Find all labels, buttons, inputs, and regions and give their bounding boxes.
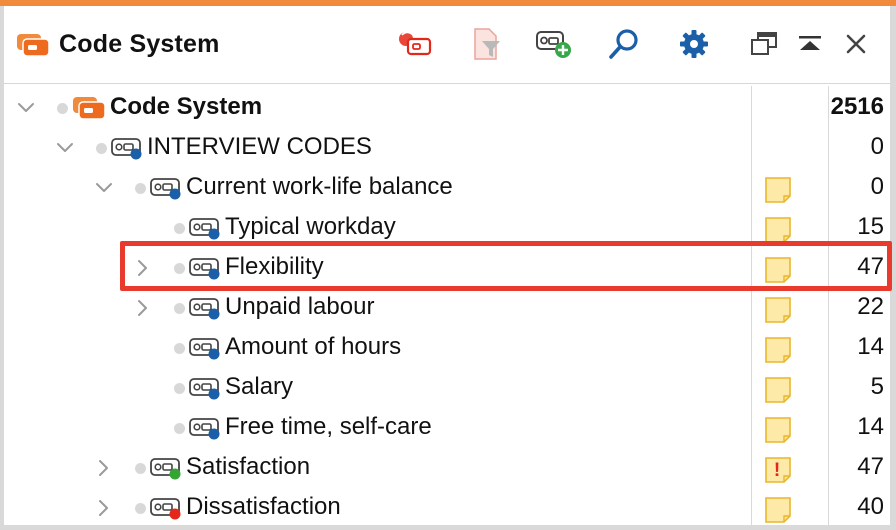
- code-label: Flexibility: [225, 253, 324, 280]
- memo-icon[interactable]: [764, 176, 792, 204]
- tree-row[interactable]: Amount of hours 14: [4, 328, 890, 368]
- code-tag-icon: [150, 496, 184, 520]
- tree-row[interactable]: Current work-life balance 0: [4, 168, 890, 208]
- code-label: Salary: [225, 373, 294, 400]
- coded-segments-count: 15: [857, 213, 884, 240]
- code-system-icon: [72, 96, 106, 120]
- code-label: Current work-life balance: [186, 173, 453, 200]
- activation-dot[interactable]: [174, 383, 185, 394]
- coded-segments-count: 14: [857, 333, 884, 360]
- tree-row[interactable]: Typical workday 15: [4, 208, 890, 248]
- tree-row[interactable]: INTERVIEW CODES 0: [4, 128, 890, 168]
- coded-segments-count: 0: [870, 173, 884, 200]
- tree-row[interactable]: Dissatisfaction 40: [4, 488, 890, 528]
- coded-segments-count: 5: [870, 373, 884, 400]
- coded-segments-count: 47: [857, 453, 884, 480]
- tree-row[interactable]: Salary 5: [4, 368, 890, 408]
- code-system-logo-icon: [16, 33, 50, 62]
- tree-row[interactable]: Free time, self-care 14: [4, 408, 890, 448]
- collapse-panel-icon: [799, 36, 821, 50]
- code-tag-icon: [150, 176, 184, 200]
- collapse-panel-button[interactable]: [790, 24, 830, 64]
- activation-dot[interactable]: [174, 343, 185, 354]
- code-tag-icon: [189, 256, 223, 280]
- code-label: Typical workday: [225, 213, 396, 240]
- code-label: Dissatisfaction: [186, 493, 341, 520]
- coded-segments-count: 14: [857, 413, 884, 440]
- settings-icon: [680, 30, 708, 58]
- reset-activation-icon: [399, 31, 432, 56]
- filter-document-icon: [474, 28, 500, 60]
- chevron-right-icon[interactable]: [133, 298, 153, 318]
- window-frame-bottom: [0, 525, 896, 530]
- panel-header: Code System: [4, 6, 890, 84]
- search-button[interactable]: [604, 24, 644, 64]
- coded-segments-count: 47: [857, 253, 884, 280]
- code-label: Amount of hours: [225, 333, 402, 360]
- code-tree: Code System 2516 INTERVIEW CODES 0 Current w…: [4, 86, 890, 526]
- tree-root-row[interactable]: Code System 2516: [4, 88, 890, 128]
- code-tag-icon: [111, 136, 145, 160]
- activation-dot[interactable]: [96, 143, 107, 154]
- activation-dot[interactable]: [57, 103, 68, 114]
- coded-segments-count: 40: [857, 493, 884, 520]
- undock-window-button[interactable]: [744, 24, 784, 64]
- new-code-button[interactable]: [534, 24, 574, 64]
- activation-dot[interactable]: [174, 263, 185, 274]
- chevron-right-icon[interactable]: [94, 498, 114, 518]
- activation-dot[interactable]: [135, 503, 146, 514]
- activation-dot[interactable]: [174, 223, 185, 234]
- reset-activation-button[interactable]: [394, 24, 434, 64]
- code-system-window: Code System Code System 2516 INTERVIEW C…: [0, 0, 896, 530]
- activation-dot[interactable]: [174, 423, 185, 434]
- new-code-icon: [536, 31, 571, 58]
- code-tag-icon: [189, 336, 223, 360]
- memo-important-icon[interactable]: !: [764, 456, 792, 484]
- code-label: INTERVIEW CODES: [147, 133, 372, 160]
- memo-mark: !: [774, 460, 780, 481]
- code-label: Satisfaction: [186, 453, 311, 480]
- chevron-down-icon[interactable]: [94, 178, 114, 198]
- tree-row[interactable]: Satisfaction! 47: [4, 448, 890, 488]
- search-icon: [609, 29, 638, 59]
- settings-button[interactable]: [674, 24, 714, 64]
- code-tag-icon: [189, 376, 223, 400]
- chevron-right-icon[interactable]: [94, 458, 114, 478]
- memo-icon[interactable]: [764, 256, 792, 284]
- code-label: Unpaid labour: [225, 293, 375, 320]
- chevron-right-icon[interactable]: [133, 258, 153, 278]
- undock-window-icon: [751, 32, 777, 55]
- memo-icon[interactable]: [764, 416, 792, 444]
- memo-icon[interactable]: [764, 296, 792, 324]
- filter-document-button[interactable]: [466, 24, 506, 64]
- close-icon: [846, 34, 866, 54]
- code-label: Free time, self-care: [225, 413, 432, 440]
- memo-icon[interactable]: [764, 336, 792, 364]
- code-tag-icon: [189, 296, 223, 320]
- coded-segments-count: 22: [857, 293, 884, 320]
- memo-icon[interactable]: [764, 216, 792, 244]
- tree-row[interactable]: Flexibility 47: [4, 248, 890, 288]
- code-tag-icon: [189, 216, 223, 240]
- memo-icon[interactable]: [764, 376, 792, 404]
- tree-row[interactable]: Unpaid labour 22: [4, 288, 890, 328]
- chevron-down-icon[interactable]: [55, 138, 75, 158]
- activation-dot[interactable]: [135, 183, 146, 194]
- window-frame-right: [890, 6, 896, 530]
- coded-segments-count: 2516: [830, 93, 884, 120]
- activation-dot[interactable]: [174, 303, 185, 314]
- memo-icon[interactable]: [764, 496, 792, 524]
- chevron-down-icon[interactable]: [16, 98, 36, 118]
- coded-segments-count: 0: [870, 133, 884, 160]
- code-label: Code System: [110, 93, 263, 120]
- close-button[interactable]: [836, 24, 876, 64]
- code-tag-icon: [150, 456, 184, 480]
- code-tag-icon: [189, 416, 223, 440]
- panel-title: Code System: [59, 30, 220, 58]
- activation-dot[interactable]: [135, 463, 146, 474]
